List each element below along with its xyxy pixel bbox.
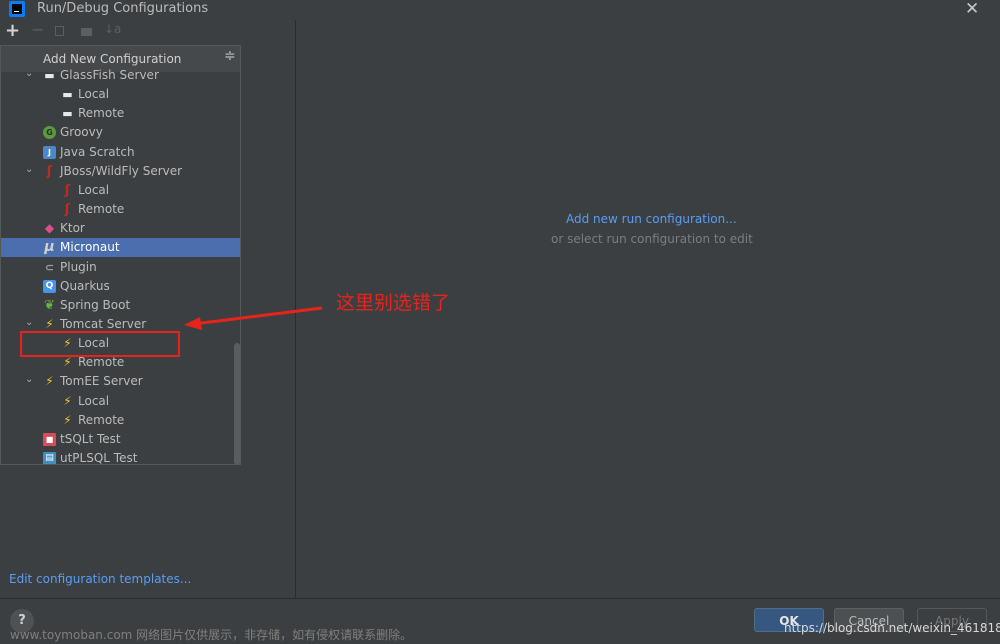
tree-item[interactable]: ⌄ ▬ GlassFish Server <box>1 66 240 85</box>
edit-configuration-templates-link[interactable]: Edit configuration templates... <box>9 572 191 586</box>
tree-item-label: Plugin <box>60 259 97 274</box>
tree-item[interactable]: μ Micronaut <box>1 238 240 258</box>
add-new-configuration-popup: Add New Configuration ≑ ⌄ ▬ GlassFish Serv… <box>0 45 241 465</box>
toolbar: + − ↓a <box>0 20 295 44</box>
tree-item[interactable]: ◆ Ktor <box>1 219 240 238</box>
tree-item[interactable]: ⚡ Local <box>1 392 240 411</box>
tree-item[interactable]: ⚡ Remote <box>1 411 240 430</box>
tree-item[interactable]: Q Quarkus <box>1 277 240 296</box>
tree-item-label: tSQLt Test <box>60 431 121 446</box>
tree-item-label: utPLSQL Test <box>60 451 138 465</box>
tomcat-icon: ⚡ <box>45 316 54 331</box>
chevron-down-icon[interactable]: ⌄ <box>25 164 33 175</box>
tsqlt-icon: ■ <box>43 432 56 446</box>
tree-item-label: Ktor <box>60 221 85 236</box>
java-scratch-icon: J <box>43 145 56 159</box>
popup-scrollbar[interactable] <box>234 343 240 464</box>
tree-item-label: JBoss/WildFly Server <box>60 163 183 178</box>
copy-icon[interactable] <box>55 26 64 36</box>
watermark-text: www.toymoban.com 网络图片仅供展示，非存储，如有侵权请联系删除。 <box>10 628 413 642</box>
chevron-down-icon[interactable]: ⌄ <box>25 374 33 385</box>
jboss-icon: ʃ <box>64 202 71 218</box>
quarkus-icon: Q <box>43 279 56 293</box>
tree-item[interactable]: ▬ Local <box>1 85 240 104</box>
tree-item[interactable]: ⌄ ⚡ TomEE Server <box>1 372 240 391</box>
tree-item-label: Tomcat Server <box>60 316 147 331</box>
tree-item-label: GlassFish Server <box>60 68 159 82</box>
select-configuration-hint: or select run configuration to edit <box>551 232 753 246</box>
tree-item[interactable]: ʃ Local <box>1 181 240 200</box>
chevron-down-icon[interactable]: ⌄ <box>25 68 33 79</box>
window-title: Run/Debug Configurations <box>37 1 209 16</box>
glassfish-icon: ▬ <box>62 107 73 121</box>
add-run-configuration-link[interactable]: Add new run configuration... <box>566 212 737 226</box>
jboss-icon: ʃ <box>46 163 53 179</box>
tree-item-label: Remote <box>78 412 125 427</box>
tree-item-label: Quarkus <box>60 278 110 293</box>
intellij-logo-icon <box>9 1 25 17</box>
annotation-highlight-box <box>20 331 180 357</box>
glassfish-icon: ▬ <box>44 69 55 82</box>
add-icon[interactable]: + <box>5 20 20 41</box>
tomee-icon: ⚡ <box>63 412 72 427</box>
ktor-icon: ◆ <box>44 221 55 236</box>
tomee-icon: ⚡ <box>45 374 54 389</box>
sort-icon[interactable]: ↓a <box>104 22 121 36</box>
micronaut-icon: μ <box>44 239 55 256</box>
collapse-all-icon[interactable]: ≑ <box>224 48 236 64</box>
tree-item-label: Local <box>78 182 110 197</box>
title-bar: Run/Debug Configurations ✕ <box>0 0 1000 20</box>
tree-item-label: Remote <box>78 202 125 217</box>
remove-icon[interactable]: − <box>31 20 44 39</box>
tree-item[interactable]: J Java Scratch <box>1 143 240 162</box>
tree-item-label: Remote <box>78 106 125 121</box>
tree-item-label: Micronaut <box>60 240 120 255</box>
utplsql-icon: ▤ <box>43 452 56 464</box>
popup-title: Add New Configuration <box>43 52 182 66</box>
tree-item-label: Local <box>78 87 110 102</box>
tree-item-label: Remote <box>78 355 125 370</box>
tree-item[interactable]: ▬ Remote <box>1 104 240 123</box>
annotation-text: 这里别选错了 <box>336 292 451 314</box>
folder-icon[interactable] <box>81 28 92 36</box>
plugin-icon: ⊂ <box>44 260 55 274</box>
tree-item-label: Local <box>78 393 110 408</box>
tree-item-label: Groovy <box>60 125 103 140</box>
watermark-url: https://blog.csdn.net/weixin_46181839 <box>784 621 1000 635</box>
close-icon[interactable]: ✕ <box>965 0 979 19</box>
tree-item[interactable]: ʃ Remote <box>1 200 240 219</box>
footer-divider <box>0 598 1000 599</box>
jboss-icon: ʃ <box>64 182 71 198</box>
chevron-down-icon[interactable]: ⌄ <box>25 317 33 328</box>
tree-item-label: TomEE Server <box>60 374 143 389</box>
tree-item[interactable]: ▤ utPLSQL Test <box>1 449 240 465</box>
annotation-arrow-icon <box>184 306 323 330</box>
tomcat-icon: ⚡ <box>63 355 72 370</box>
groovy-icon: G <box>43 126 56 140</box>
tree-item[interactable]: ■ tSQLt Test <box>1 430 240 449</box>
tomee-icon: ⚡ <box>63 393 72 408</box>
tree-item[interactable]: ⌄ ʃ JBoss/WildFly Server <box>1 162 240 181</box>
tree-item-label: Java Scratch <box>60 144 135 159</box>
tree-item-label: Spring Boot <box>60 297 131 312</box>
spring-boot-icon: ❦ <box>44 297 55 313</box>
tree-item[interactable]: G Groovy <box>1 123 240 142</box>
glassfish-icon: ▬ <box>62 88 73 102</box>
tree-item[interactable]: ⊂ Plugin <box>1 258 240 277</box>
